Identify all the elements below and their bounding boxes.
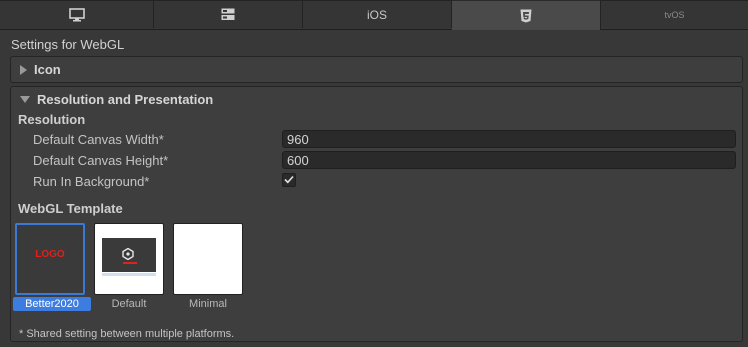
resolution-heading: Resolution	[18, 112, 86, 127]
run-in-background-label: Run In Background*	[33, 174, 150, 189]
tab-server[interactable]	[154, 0, 303, 28]
monitor-icon	[68, 7, 85, 22]
tab-standalone[interactable]	[0, 0, 154, 28]
platform-tab-bar: iOS tvOS	[0, 0, 748, 30]
template-minimal[interactable]	[173, 223, 243, 295]
webgl-template-heading: WebGL Template	[18, 201, 123, 216]
default-template-footer	[102, 273, 156, 276]
checkmark-icon	[284, 171, 294, 189]
tab-tvos[interactable]: tvOS	[601, 0, 748, 28]
loading-bar	[123, 262, 137, 264]
canvas-width-input[interactable]: 960	[282, 130, 736, 148]
template-default-label[interactable]: Default	[94, 297, 164, 311]
template-better2020[interactable]: LOGO	[15, 223, 85, 295]
icon-foldout-label: Icon	[34, 62, 61, 77]
tab-ios-label: iOS	[366, 7, 387, 22]
run-in-background-checkbox[interactable]	[282, 173, 296, 187]
resolution-foldout: Resolution and Presentation Resolution D…	[10, 86, 743, 342]
canvas-height-label: Default Canvas Height*	[33, 153, 169, 168]
server-icon	[221, 8, 235, 21]
expanded-arrow-icon	[20, 96, 30, 103]
template-minimal-label[interactable]: Minimal	[173, 297, 243, 311]
logo-text: LOGO	[35, 249, 65, 260]
resolution-foldout-label: Resolution and Presentation	[37, 92, 214, 107]
resolution-foldout-header[interactable]: Resolution and Presentation	[20, 92, 213, 107]
tab-tvos-label: tvOS	[664, 9, 685, 20]
page-title: Settings for WebGL	[11, 37, 125, 52]
shared-setting-footnote: * Shared setting between multiple platfo…	[19, 328, 235, 340]
icon-foldout-header[interactable]: Icon	[20, 62, 61, 77]
html5-icon	[520, 9, 532, 23]
canvas-height-input[interactable]: 600	[282, 151, 736, 169]
default-template-preview	[102, 238, 156, 272]
template-default[interactable]	[94, 223, 164, 295]
tab-webgl[interactable]	[452, 0, 601, 30]
canvas-width-label: Default Canvas Width*	[33, 132, 164, 147]
icon-foldout: Icon	[10, 56, 743, 83]
template-better2020-label[interactable]: Better2020	[13, 297, 91, 311]
collapsed-arrow-icon	[20, 64, 27, 75]
tab-ios[interactable]: iOS	[303, 0, 452, 28]
